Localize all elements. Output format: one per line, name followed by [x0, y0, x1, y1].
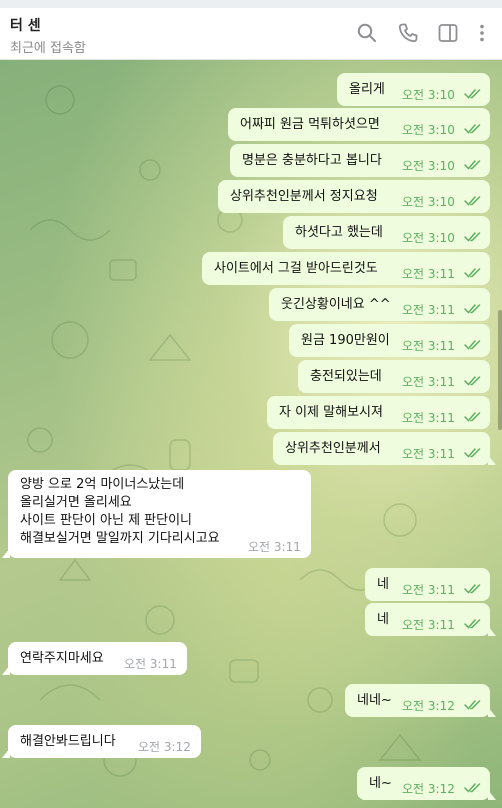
double-check-icon	[464, 448, 481, 458]
sidebar-panel-icon[interactable]	[436, 21, 460, 45]
double-check-icon	[464, 783, 481, 793]
double-check-icon	[464, 340, 481, 350]
message-text: 상위추천인분께서	[285, 441, 381, 456]
message-time: 오전 3:10	[402, 123, 455, 137]
message-text: 웃긴상황이네요 ^^	[281, 297, 391, 312]
message-text: 원금 190만원이	[301, 333, 390, 348]
message-time: 오전 3:11	[402, 411, 455, 425]
message-bubble[interactable]: 해결안봐드립니다 오전 3:12	[2, 725, 201, 758]
chat-area[interactable]: 올리게 오전 3:10 어짜피 원금 먹튀하셧으면 오전 3:10 명분은 충분…	[0, 60, 502, 808]
message-line: 사이트 판단이 아닌 제 판단이니	[20, 513, 193, 528]
double-check-icon	[464, 412, 481, 422]
message-time: 오전 3:12	[402, 782, 455, 796]
message-bubble[interactable]: 상위추천인분께서 오전 3:11	[273, 432, 496, 465]
double-check-icon	[464, 268, 481, 278]
message-text: 네네~	[357, 693, 392, 708]
message-bubble[interactable]: 상위추천인분께서 정지요청 오전 3:10	[218, 180, 490, 213]
bubble-tail	[2, 665, 10, 675]
message-text: 해결안봐드립니다	[20, 734, 116, 749]
double-check-icon	[464, 304, 481, 314]
message-bubble[interactable]: 네 오전 3:11	[365, 603, 496, 636]
message-time: 오전 3:11	[402, 618, 455, 632]
phone-icon[interactable]	[396, 21, 420, 45]
message-text: 양방 으로 2억 마이너스났는데 올리실거면 올리세요 사이트 판단이 아닌 제…	[20, 476, 220, 548]
message-bubble[interactable]: 올리게 오전 3:10	[337, 73, 490, 106]
message-text: 올리게	[349, 82, 385, 97]
message-bubble[interactable]: 자 이제 말해보시져 오전 3:11	[267, 396, 490, 429]
message-line: 양방 으로 2억 마이너스났는데	[20, 477, 185, 492]
message-text: 사이트에서 그걸 받아드린것도	[214, 261, 378, 276]
message-bubble[interactable]: 네~ 오전 3:12	[357, 767, 496, 800]
message-text: 명분은 충분하다고 봅니다	[242, 153, 382, 168]
message-bubble[interactable]: 원금 190만원이 오전 3:11	[289, 324, 490, 357]
message-text: 어짜피 원금 먹튀하셧으면	[240, 117, 380, 132]
message-time: 오전 3:11	[402, 375, 455, 389]
double-check-icon	[464, 160, 481, 170]
message-time: 오전 3:11	[402, 339, 455, 353]
message-bubble[interactable]: 하셧다고 했는데 오전 3:10	[283, 216, 490, 249]
message-line: 해결보실거면 말일까지 기다리시고요	[20, 531, 220, 546]
message-text: 충전되있는데	[310, 369, 382, 384]
window-top-strip	[0, 0, 502, 8]
message-time: 오전 3:12	[138, 740, 191, 754]
bubble-tail	[488, 790, 496, 800]
bubble-tail	[488, 455, 496, 465]
message-time: 오전 3:10	[402, 88, 455, 102]
message-bubble[interactable]: 명분은 충분하다고 봅니다 오전 3:10	[230, 144, 490, 177]
message-bubble[interactable]: 양방 으로 2억 마이너스났는데 올리실거면 올리세요 사이트 판단이 아닌 제…	[2, 470, 311, 558]
message-text: 네	[377, 612, 389, 627]
message-time: 오전 3:11	[402, 267, 455, 281]
bubble-tail	[2, 548, 10, 558]
message-bubble[interactable]: 웃긴상황이네요 ^^ 오전 3:11	[269, 288, 490, 321]
more-vertical-icon[interactable]	[470, 21, 494, 45]
message-bubble[interactable]: 어짜피 원금 먹튀하셧으면 오전 3:10	[228, 108, 490, 141]
message-time: 오전 3:10	[402, 159, 455, 173]
double-check-icon	[464, 619, 481, 629]
message-bubble[interactable]: 연락주지마세요 오전 3:11	[2, 642, 187, 675]
double-check-icon	[464, 376, 481, 386]
message-text: 네	[377, 577, 389, 592]
chat-header: 터 센 최근에 접속함	[0, 8, 502, 60]
double-check-icon	[464, 700, 481, 710]
message-text: 상위추천인분께서 정지요청	[230, 189, 378, 204]
chat-title[interactable]: 터 센	[10, 15, 41, 35]
message-text: 네~	[369, 776, 392, 791]
message-line: 올리실거면 올리세요	[20, 495, 132, 510]
message-time: 오전 3:11	[402, 447, 455, 461]
double-check-icon	[464, 89, 481, 99]
message-bubble[interactable]: 네네~ 오전 3:12	[345, 684, 496, 717]
message-time: 오전 3:11	[402, 303, 455, 317]
double-check-icon	[464, 124, 481, 134]
bubble-tail	[2, 748, 10, 758]
message-bubble[interactable]: 네 오전 3:11	[365, 568, 490, 601]
bubble-tail	[488, 626, 496, 636]
message-text: 연락주지마세요	[20, 651, 104, 666]
message-time: 오전 3:10	[402, 231, 455, 245]
double-check-icon	[464, 584, 481, 594]
message-bubble[interactable]: 충전되있는데 오전 3:11	[298, 360, 490, 393]
message-time: 오전 3:11	[248, 540, 301, 554]
message-time: 오전 3:11	[124, 657, 177, 671]
last-seen-status: 최근에 접속함	[10, 41, 86, 56]
scrollbar[interactable]	[498, 310, 502, 430]
double-check-icon	[464, 196, 481, 206]
message-time: 오전 3:11	[402, 583, 455, 597]
bubble-tail	[488, 707, 496, 717]
message-text: 자 이제 말해보시져	[279, 405, 383, 420]
double-check-icon	[464, 232, 481, 242]
message-time: 오전 3:12	[402, 699, 455, 713]
message-time: 오전 3:10	[402, 195, 455, 209]
message-bubble[interactable]: 사이트에서 그걸 받아드린것도 오전 3:11	[202, 252, 490, 285]
search-icon[interactable]	[355, 21, 379, 45]
message-text: 하셧다고 했는데	[295, 225, 383, 240]
